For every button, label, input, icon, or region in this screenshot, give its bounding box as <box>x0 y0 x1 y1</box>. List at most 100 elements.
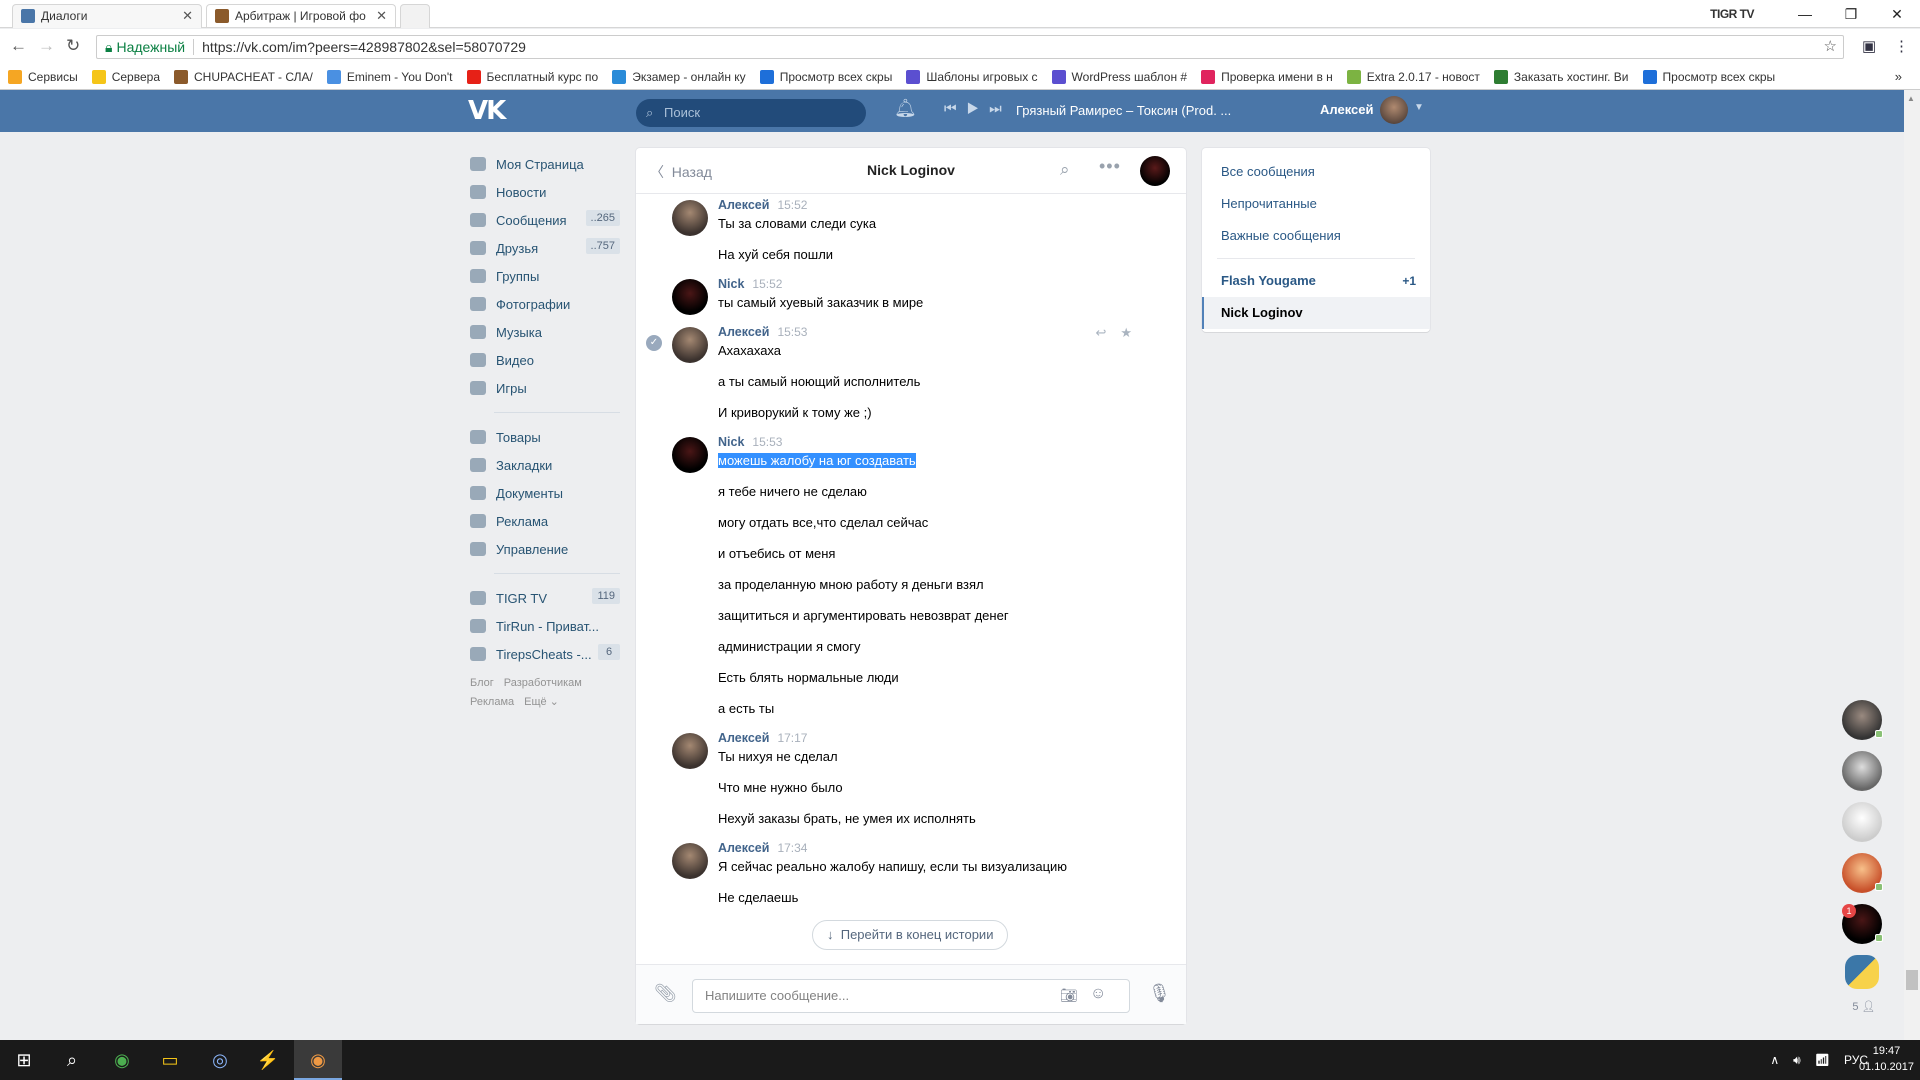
bookmark-item[interactable]: Экзамер - онлайн ку <box>612 70 746 84</box>
friend-avatar[interactable] <box>1842 802 1882 842</box>
friend-avatar[interactable] <box>1842 751 1882 791</box>
sender-avatar[interactable] <box>672 843 708 879</box>
message-group[interactable]: Nick 15:53 можешь жалобу на юг создавать я … <box>636 435 1186 717</box>
nav-group-item[interactable]: TirRun - Приват... <box>470 612 620 640</box>
sender-avatar[interactable] <box>672 327 708 363</box>
nav-item[interactable]: Фотографии <box>470 290 620 318</box>
tab-dialogs[interactable]: Диалоги ✕ <box>12 4 202 28</box>
nav-item[interactable]: Моя Страница <box>470 150 620 178</box>
chevron-down-icon[interactable]: ▼ <box>1414 102 1424 113</box>
search-icon[interactable]: ⌕ <box>48 1040 96 1080</box>
user-name[interactable]: Алексей <box>1320 102 1374 117</box>
sender-avatar[interactable] <box>672 437 708 473</box>
reload-icon[interactable]: ↻ <box>66 36 80 56</box>
camera-icon[interactable]: 📷︎ <box>1060 987 1078 1004</box>
message-group[interactable]: ✓ ↩★ Алексей 15:53 Ахахахаха а ты самый ноющи… <box>636 325 1186 421</box>
friend-avatar[interactable] <box>1842 853 1883 893</box>
more-friends-count[interactable]: 5 👤︎ <box>1842 1000 1886 1013</box>
nav-group-item[interactable]: TirepsCheats -... 6 <box>470 640 620 668</box>
reply-star-icons[interactable]: ↩★ <box>1095 325 1146 341</box>
vk-logo[interactable]: VK <box>468 96 506 126</box>
bookmark-item[interactable]: Extra 2.0.17 - новост <box>1346 70 1480 84</box>
nav-item[interactable]: Друзья ..757 <box>470 234 620 262</box>
filter-important[interactable]: Важные сообщения <box>1202 220 1430 252</box>
extension-icon[interactable]: ▣ <box>1862 37 1876 55</box>
bookmark-item[interactable]: Бесплатный курс по <box>466 70 598 84</box>
windows-start-icon[interactable]: ⊞ <box>0 1040 48 1080</box>
clock[interactable]: 19:47 01.10.2017 <box>1859 1043 1914 1075</box>
message-group[interactable]: Nick 15:52 ты самый хуевый заказчик в мире <box>636 277 1186 315</box>
bookmark-item[interactable]: Сервисы <box>8 70 78 84</box>
microphone-icon[interactable]: 🎙︎ <box>1148 983 1171 1004</box>
nav-item[interactable]: Видео <box>470 346 620 374</box>
nav-item[interactable]: Музыка <box>470 318 620 346</box>
nav-item[interactable]: Реклама <box>470 507 620 535</box>
close-tab-icon[interactable]: ✕ <box>376 5 387 27</box>
steam-icon[interactable]: ◎ <box>196 1040 244 1080</box>
scroll-to-end-button[interactable]: ↓ Перейти в конец истории <box>812 920 1009 950</box>
scroll-thumb[interactable] <box>1906 970 1918 990</box>
bookmarks-overflow-icon[interactable]: » <box>1895 69 1902 84</box>
message-group[interactable]: Алексей 15:52 Ты за словами следи сука На х… <box>636 198 1186 263</box>
page-scrollbar[interactable]: ▲ <box>1904 90 1920 1040</box>
nav-item[interactable]: Товары <box>470 423 620 451</box>
bookmark-item[interactable]: CHUPACHEAT - СЛА/ <box>174 70 313 84</box>
nav-item[interactable]: Документы <box>470 479 620 507</box>
more-options-icon[interactable]: ••• <box>1099 156 1121 177</box>
now-playing-track[interactable]: Грязный Рамирес – Токсин (Prod. ... <box>1016 103 1231 118</box>
emoji-icon[interactable]: ☺ <box>1090 985 1106 1003</box>
volume-icon[interactable]: 🔊︎ <box>1793 1053 1801 1068</box>
tray-expand-icon[interactable]: ∧ <box>1770 1053 1779 1067</box>
filter-all-messages[interactable]: Все сообщения <box>1202 156 1430 188</box>
sender-name[interactable]: Nick 15:52 <box>718 277 1186 294</box>
new-tab-button[interactable] <box>400 4 430 28</box>
scroll-up-icon[interactable]: ▲ <box>1907 94 1915 103</box>
audio-player-controls[interactable]: ⏮▶⏭ <box>944 100 1012 117</box>
selected-check-icon[interactable]: ✓ <box>646 335 662 351</box>
restore-icon[interactable]: ❐ <box>1828 6 1874 23</box>
nav-item[interactable]: Группы <box>470 262 620 290</box>
friend-avatar[interactable] <box>1842 700 1883 740</box>
bookmark-item[interactable]: WordPress шаблон # <box>1051 70 1187 84</box>
nav-item[interactable]: Управление <box>470 535 620 563</box>
sender-avatar[interactable] <box>672 733 708 769</box>
search-input[interactable]: ⌕ Поиск <box>636 99 866 127</box>
close-tab-icon[interactable]: ✕ <box>182 5 193 27</box>
search-icon[interactable]: ⌕ <box>1060 160 1070 180</box>
footer-link[interactable]: Реклама <box>470 696 514 708</box>
sender-name[interactable]: Nick 15:53 <box>718 435 1186 452</box>
footer-link[interactable]: Ещё ⌄ <box>524 696 559 708</box>
footer-link[interactable]: Блог <box>470 677 494 689</box>
profile-name[interactable]: TIGR TV <box>1710 7 1754 21</box>
filter-unread[interactable]: Непрочитанные <box>1202 188 1430 220</box>
bookmark-item[interactable]: Проверка имени в н <box>1201 70 1333 84</box>
sender-avatar[interactable] <box>672 279 708 315</box>
bookmark-item[interactable]: Просмотр всех скры <box>1642 70 1775 84</box>
sender-name[interactable]: Алексей 17:17 <box>718 731 1186 748</box>
nav-item[interactable]: Новости <box>470 178 620 206</box>
nav-item[interactable]: Сообщения ..265 <box>470 206 620 234</box>
bookmark-item[interactable]: Просмотр всех скры <box>759 70 892 84</box>
chrome-icon[interactable]: ◉ <box>98 1040 146 1080</box>
user-avatar[interactable] <box>1380 96 1408 124</box>
chat-nick-loginov[interactable]: Nick Loginov <box>1202 297 1430 329</box>
chat-flash-yougame[interactable]: Flash Yougame +1 <box>1202 265 1430 297</box>
footer-link[interactable]: Разработчикам <box>504 677 582 689</box>
message-group[interactable]: Алексей 17:34 Я сейчас реально жалобу напи… <box>636 841 1186 906</box>
chrome-menu-icon[interactable]: ⋮ <box>1894 37 1909 55</box>
file-explorer-icon[interactable]: ▭ <box>146 1040 194 1080</box>
bookmark-item[interactable]: Шаблоны игровых с <box>906 70 1038 84</box>
chrome-active-icon[interactable]: ◉ <box>294 1040 342 1080</box>
sender-avatar[interactable] <box>672 200 708 236</box>
forward-arrow-icon[interactable]: → <box>38 36 55 56</box>
bookmark-item[interactable]: Заказать хостинг. Ви <box>1493 70 1629 84</box>
app-icon[interactable]: ⚡ <box>244 1040 292 1080</box>
bookmark-star-icon[interactable]: ☆ <box>1824 36 1837 58</box>
nav-group-item[interactable]: TIGR TV 119 <box>470 584 620 612</box>
url-text[interactable]: https://vk.com/im?peers=428987802&sel=58… <box>202 39 526 55</box>
notifications-bell-icon[interactable]: 🔔︎ <box>894 98 917 119</box>
tab-arbitrage[interactable]: Арбитраж | Игровой фо ✕ <box>206 4 396 28</box>
nav-item[interactable]: Закладки <box>470 451 620 479</box>
attach-paperclip-icon[interactable]: 📎︎ <box>654 983 677 1004</box>
minimize-icon[interactable]: — <box>1782 6 1828 22</box>
